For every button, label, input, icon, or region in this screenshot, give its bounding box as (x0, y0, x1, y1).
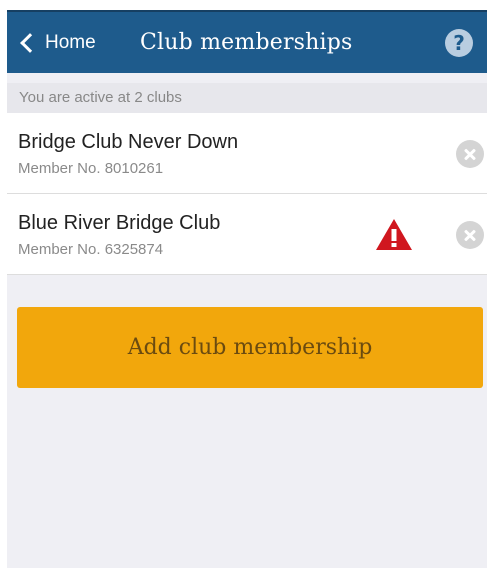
club-name: Bridge Club Never Down (18, 131, 239, 153)
chevron-left-icon (20, 32, 40, 53)
app-header: Home Club memberships ? (7, 10, 487, 73)
help-icon[interactable]: ? (445, 29, 473, 57)
member-number: Member No. 6325874 (18, 241, 164, 258)
add-club-membership-button[interactable]: Add club membership (17, 307, 483, 388)
membership-row[interactable]: Bridge Club Never Down Member No. 801026… (7, 113, 487, 194)
back-button[interactable]: Home (17, 12, 96, 73)
membership-list: Bridge Club Never Down Member No. 801026… (7, 113, 487, 275)
membership-row[interactable]: Blue River Bridge Club Member No. 632587… (7, 194, 487, 275)
active-clubs-summary: You are active at 2 clubs (7, 83, 487, 113)
back-label: Home (45, 31, 96, 53)
remove-icon[interactable] (456, 221, 484, 249)
warning-icon[interactable] (375, 218, 413, 251)
club-name: Blue River Bridge Club (18, 212, 221, 234)
page-title: Club memberships (140, 30, 353, 55)
status-strip (0, 0, 487, 10)
member-number: Member No. 8010261 (18, 160, 164, 177)
frame-edge (0, 0, 7, 568)
remove-icon[interactable] (456, 140, 484, 168)
